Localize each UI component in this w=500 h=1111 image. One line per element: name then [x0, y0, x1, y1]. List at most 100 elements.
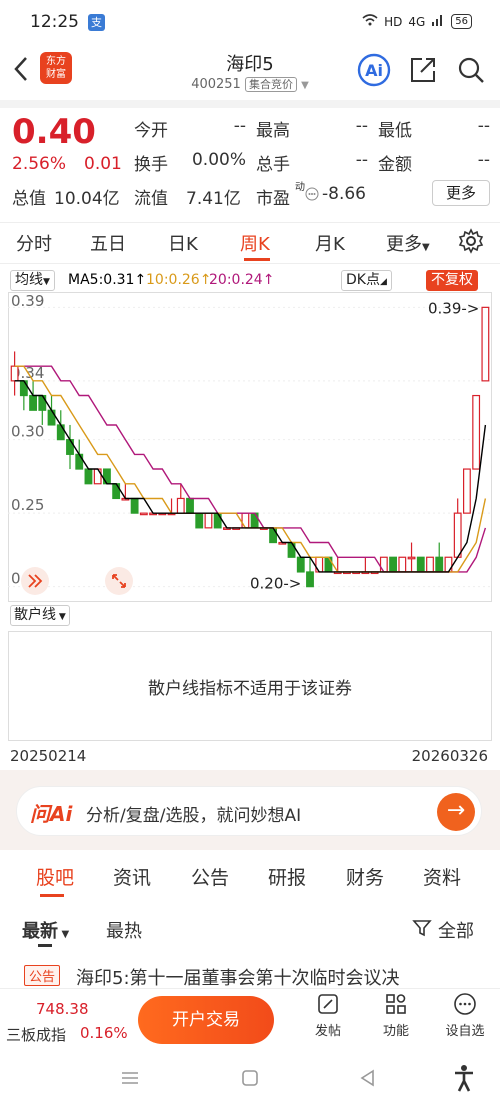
candle-body — [84, 468, 93, 485]
svg-text:Ai: Ai — [365, 61, 383, 80]
ai-prompt[interactable]: 分析/复盘/选股，就问妙想AI — [86, 801, 301, 826]
wifi-icon — [362, 14, 378, 29]
dropdown-icon: ▼ — [422, 242, 430, 253]
back-nav-icon[interactable] — [358, 1068, 378, 1092]
pe-label: 市盈 — [256, 189, 290, 209]
post-button[interactable]: 发帖 — [303, 992, 353, 1039]
candle-body — [204, 512, 213, 529]
indicator-select[interactable]: 散户线 ▼ — [10, 605, 70, 626]
ma-type-select[interactable]: 均线▼ — [10, 270, 55, 291]
indicator-panel: 散户线指标不适用于该证券 — [8, 631, 492, 741]
ai-logo: 问Ai — [30, 802, 73, 826]
share-icon[interactable] — [408, 55, 438, 89]
change-amount: 0.01 — [84, 154, 122, 174]
pe-value: -8.66 — [322, 184, 366, 204]
announcement-item[interactable]: 公告 海印5:第十一届董事会第十次临时会议决 — [20, 964, 480, 986]
tab-notice[interactable]: 公告 — [191, 863, 229, 890]
watchlist-button[interactable]: 设自选 — [440, 992, 490, 1039]
menu-nav-icon[interactable] — [120, 1068, 140, 1092]
high-value: -- — [355, 116, 368, 136]
adjustment-button[interactable]: 不复权 — [426, 270, 478, 291]
accessibility-icon[interactable] — [452, 1064, 476, 1096]
candle-body — [426, 556, 434, 573]
trade-button[interactable]: 开户交易 — [138, 996, 274, 1044]
candle-body — [444, 556, 453, 573]
candle-body — [472, 394, 481, 470]
home-nav-icon[interactable] — [240, 1068, 260, 1092]
kline-chart[interactable]: 0.390.340.300.250.200.39->0.20-> — [8, 292, 492, 602]
tab-finance[interactable]: 财务 — [346, 863, 384, 890]
candle-body — [306, 571, 314, 588]
turnover-label: 换手 — [134, 155, 168, 175]
candle-body — [66, 439, 74, 455]
float-cap-label: 流值 — [134, 189, 168, 209]
ma10-value: 10:0.26↑ — [146, 272, 212, 288]
expand-left-icon[interactable] — [20, 566, 50, 600]
tag-dropdown-icon[interactable]: ▼ — [301, 80, 309, 91]
dk-point-select[interactable]: DK点◢ — [341, 270, 392, 291]
filter-icon[interactable] — [412, 918, 432, 942]
candle-body — [269, 527, 277, 544]
candle-body — [463, 468, 471, 514]
sort-latest[interactable]: 最新 ▼ — [22, 917, 69, 943]
kline-svg: 0.390.340.300.250.200.39->0.20-> — [8, 292, 492, 602]
candle-body — [407, 556, 416, 560]
y-tick-label: 0.25 — [11, 496, 44, 514]
signal-type: 4G — [408, 14, 426, 29]
more-dots-icon — [440, 992, 490, 1020]
more-button[interactable]: 更多 — [432, 180, 490, 206]
turnover-value: 0.00% — [191, 150, 246, 170]
candle-body — [176, 497, 185, 514]
max-price-label: 0.39-> — [428, 299, 479, 317]
candle-body — [19, 380, 28, 397]
tab-guba[interactable]: 股吧 — [36, 863, 74, 890]
index-name[interactable]: 三板成指 — [6, 1024, 66, 1045]
candle-body — [93, 468, 102, 485]
candle-body — [324, 556, 333, 573]
tab-weekly-k[interactable]: 周K — [240, 230, 270, 256]
sort-hot[interactable]: 最热 — [106, 917, 142, 943]
tab-profile[interactable]: 资料 — [423, 863, 461, 890]
candle-body — [315, 556, 324, 573]
tab-five-day[interactable]: 五日 — [90, 230, 126, 256]
settings-gear-icon[interactable] — [458, 228, 484, 258]
tab-more[interactable]: 更多▼ — [386, 230, 430, 256]
tab-monthly-k[interactable]: 月K — [315, 230, 345, 256]
tab-daily-k[interactable]: 日K — [168, 230, 198, 256]
status-time: 12:25 — [30, 12, 79, 32]
info-icon[interactable] — [305, 186, 319, 205]
candle-body — [416, 556, 425, 573]
start-date: 20250214 — [10, 747, 87, 765]
chart-frame — [8, 292, 492, 602]
market-cap-value: 10.04亿 — [54, 189, 120, 209]
announcement-title[interactable]: 海印5:第十一届董事会第十次临时会议决 — [76, 964, 400, 986]
signal-icon — [431, 14, 445, 29]
candle-body — [38, 394, 47, 411]
open-value: -- — [233, 116, 246, 136]
market-tag[interactable]: 集合竞价 — [244, 77, 297, 92]
ma5-value: MA5:0.31↑ — [68, 272, 147, 288]
search-icon[interactable] — [456, 55, 486, 89]
edit-icon — [303, 992, 353, 1020]
sort-underline — [38, 944, 52, 947]
high-label: 最高 — [256, 121, 290, 141]
candle-body — [398, 556, 407, 573]
candle-body — [186, 497, 194, 514]
candle-body — [287, 541, 296, 558]
grid-icon — [371, 992, 421, 1020]
candle-body — [195, 512, 204, 529]
ai-icon[interactable]: Ai — [357, 53, 391, 91]
stock-code: 400251 — [191, 77, 241, 92]
y-tick-label: 0.30 — [11, 423, 44, 441]
candle-body — [10, 365, 19, 382]
ai-go-arrow-icon[interactable]: → — [437, 793, 475, 831]
filter-all[interactable]: 全部 — [438, 917, 474, 943]
candle-body — [139, 512, 148, 516]
candle-body — [250, 512, 259, 529]
tab-intraday[interactable]: 分时 — [16, 230, 52, 256]
tab-news[interactable]: 资讯 — [113, 863, 151, 890]
tab-research[interactable]: 研报 — [268, 863, 306, 890]
function-button[interactable]: 功能 — [371, 992, 421, 1039]
fullscreen-icon[interactable] — [104, 566, 134, 600]
candle-body — [75, 453, 84, 470]
